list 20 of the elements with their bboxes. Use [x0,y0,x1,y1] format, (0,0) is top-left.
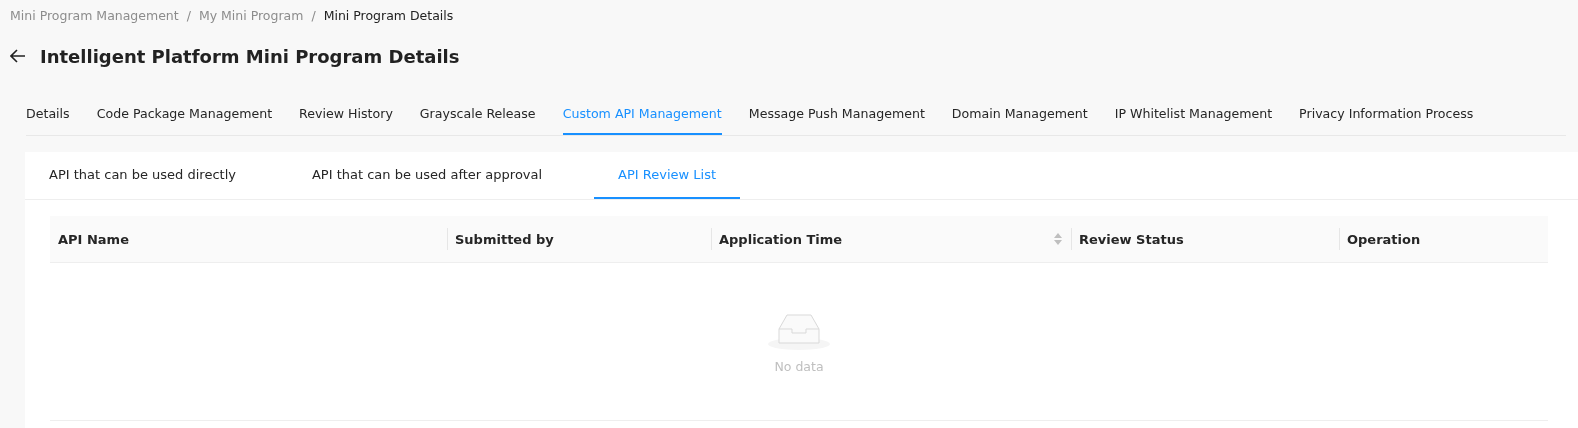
tab[interactable]: Privacy Information Process [1299,106,1474,135]
back-arrow-icon[interactable] [10,49,26,63]
tab[interactable]: Domain Management [951,106,1088,135]
tab[interactable]: Message Push Management [748,106,925,135]
empty-message: No data [774,359,824,374]
tab[interactable]: Code Package Management [96,106,273,135]
tab[interactable]: Details [26,106,70,135]
breadcrumb-separator: / [311,8,316,23]
column-header: Operation [1347,231,1421,247]
sub-tab[interactable]: API that can be used after approval [311,152,567,199]
page-title: Intelligent Platform Mini Program Details [40,45,460,67]
tab[interactable]: IP Whitelist Management [1114,106,1273,135]
column-header: Application Time [719,231,843,247]
tab[interactable]: Grayscale Release [419,106,536,135]
column-header: API Name [58,231,129,247]
column-header: Submitted by [455,231,554,247]
column-header: Review Status [1079,231,1184,247]
breadcrumb-separator: / [186,8,191,23]
sub-tab[interactable]: API that can be used directly [49,152,260,199]
tab[interactable]: Review History [299,106,393,135]
